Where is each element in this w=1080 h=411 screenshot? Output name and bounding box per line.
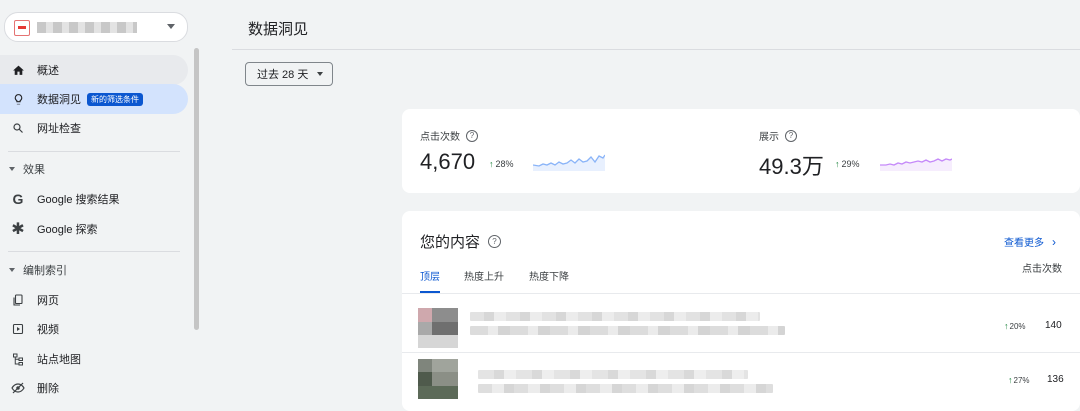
sidebar-item-overview[interactable]: 概述 [0,55,188,85]
tab-trending-up[interactable]: 热度上升 [464,268,504,283]
sidebar-item-sitemaps[interactable]: 站点地图 [0,344,188,374]
row-clicks: 140 [1045,320,1062,331]
sidebar-item-label: 网页 [37,295,59,307]
collapse-triangle-icon [9,167,15,171]
clicks-label: 点击次数 ? [420,128,478,143]
sidebar-item-insights[interactable]: 数据洞见 新的筛选条件 [0,84,188,114]
column-header-clicks[interactable]: 点击次数 [1022,262,1062,277]
tab-trending-down[interactable]: 热度下降 [529,268,569,283]
impressions-value: 49.3万 [759,154,824,179]
google-g-icon: G [12,191,24,207]
header-divider [232,49,1080,50]
search-icon [11,121,25,135]
help-icon[interactable]: ? [785,129,797,142]
tabs-divider [402,293,1080,294]
sidebar-item-label: 删除 [37,383,59,395]
site-favicon [14,20,30,36]
sidebar-item-label: 网址检查 [37,123,81,135]
row-change: ↑27% [1008,375,1030,385]
page-title-redacted [478,384,773,393]
view-more-link[interactable]: 查看更多 › [1004,234,1056,249]
sidebar: 概述 数据洞见 新的筛选条件 网址检查 效果 G Google 搜索结果 ✱ G… [0,0,200,402]
page-thumbnail-redacted [418,359,458,399]
clicks-value: 4,670 [420,149,476,174]
home-icon [11,63,25,77]
date-range-filter[interactable]: 过去 28 天 [245,62,333,86]
impressions-sparkline [880,158,952,171]
section-performance[interactable]: 效果 [0,157,188,181]
removals-icon [11,381,25,395]
help-icon[interactable]: ? [488,235,502,248]
asterisk-icon: ✱ [11,221,25,238]
sidebar-item-removals[interactable]: 删除 [0,373,188,403]
sidebar-item-url-inspection[interactable]: 网址检查 [0,113,188,143]
sidebar-item-label: 数据洞见 [37,94,81,106]
lightbulb-icon [11,92,25,106]
sidebar-divider [8,151,180,152]
property-name-redacted [37,22,137,33]
row-change-value: 20% [1009,322,1026,331]
page-title: 数据洞见 [248,21,309,38]
sidebar-scrollbar[interactable] [194,48,199,330]
video-icon [11,322,25,336]
impressions-change: ↑ 29% [835,159,860,169]
chevron-down-icon [167,24,175,29]
collapse-triangle-icon [9,268,15,272]
section-indexing[interactable]: 编制索引 [0,258,188,282]
sidebar-item-label: 站点地图 [37,354,81,366]
section-label: 编制索引 [23,265,67,277]
clicks-label-text: 点击次数 [420,132,460,143]
arrow-up-icon: ↑ [835,159,840,169]
arrow-up-icon: ↑ [1004,321,1009,331]
content-card [402,211,1080,411]
page-url-redacted [470,312,760,321]
new-filter-badge: 新的筛选条件 [87,92,143,106]
sidebar-item-label: 概述 [37,65,59,77]
sidebar-item-discover[interactable]: ✱ Google 探索 [0,214,188,244]
page-title-redacted [470,326,785,335]
row-divider [402,352,1080,353]
section-label: 效果 [23,164,45,176]
arrow-up-icon: ↑ [1008,375,1013,385]
sitemap-icon [11,352,25,366]
impressions-label: 展示 ? [759,128,797,143]
content-title-text: 您的内容 [420,234,481,251]
sidebar-item-pages[interactable]: 网页 [0,285,188,315]
clicks-sparkline [533,154,605,171]
help-icon[interactable]: ? [466,129,478,142]
pages-icon [11,293,25,307]
chevron-down-icon [317,72,324,76]
clicks-change-value: 28% [495,159,514,169]
impressions-label-text: 展示 [759,132,779,143]
date-range-label: 过去 28 天 [257,69,309,81]
sidebar-divider [8,251,180,252]
view-more-label: 查看更多 [1004,238,1044,249]
row-clicks: 136 [1047,374,1064,385]
property-selector[interactable] [4,12,188,42]
arrow-up-icon: ↑ [489,159,494,169]
tab-top[interactable]: 顶层 [420,268,440,283]
content-title: 您的内容 ? [420,231,502,252]
sidebar-item-videos[interactable]: 视频 [0,314,188,344]
impressions-change-value: 29% [841,159,860,169]
sidebar-item-label: 视频 [37,324,59,336]
page-thumbnail-redacted [418,308,458,348]
sidebar-item-search-results[interactable]: G Google 搜索结果 [0,184,188,214]
sidebar-item-label: Google 搜索结果 [37,194,120,206]
chevron-right-icon: › [1052,235,1056,249]
clicks-change: ↑ 28% [489,159,514,169]
sidebar-item-label: Google 探索 [37,224,98,236]
row-change: ↑20% [1004,321,1026,331]
row-change-value: 27% [1013,376,1030,385]
metrics-card: 点击次数 ? 4,670 ↑ 28% 展示 ? 49.3万 ↑ 29% [402,109,1080,193]
page-url-redacted [478,370,748,379]
